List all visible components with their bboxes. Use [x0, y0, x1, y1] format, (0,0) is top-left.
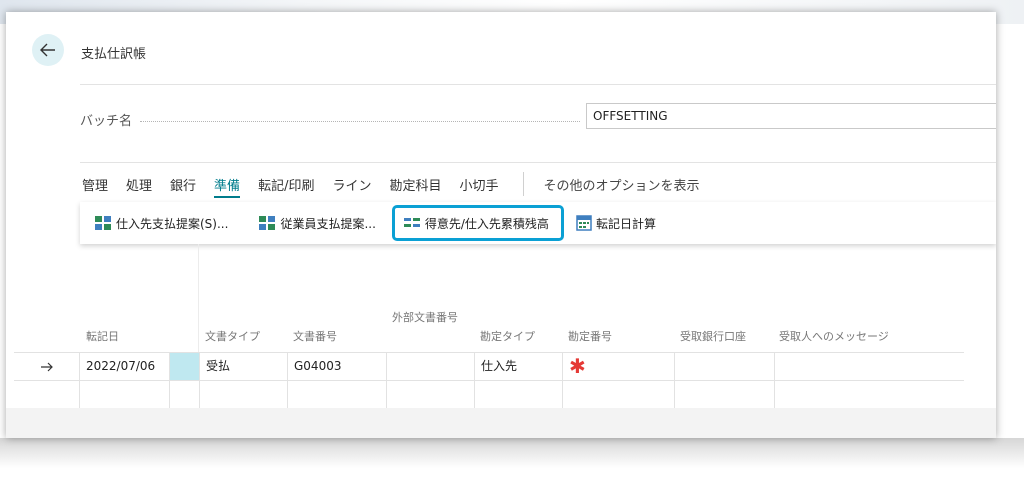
- account-type-cell[interactable]: 仕入先: [475, 353, 563, 380]
- suggest-payments-icon: [94, 215, 112, 231]
- show-more-options-button[interactable]: その他のオプションを表示: [544, 175, 700, 194]
- document-type-cell[interactable]: [200, 381, 288, 408]
- suggest-vendor-payments-button[interactable]: 仕入先支払提案(S)...: [88, 208, 234, 238]
- external-document-no-cell[interactable]: [387, 353, 475, 380]
- external-document-no-cell[interactable]: [387, 381, 475, 408]
- page-title: 支払仕訳帳: [81, 47, 147, 62]
- arrow-right-icon: [40, 362, 53, 371]
- column-header-document-type[interactable]: 文書タイプ: [205, 330, 260, 344]
- message-to-recipient-cell[interactable]: [775, 381, 964, 408]
- posting-date-cell[interactable]: 2022/07/06: [80, 353, 170, 380]
- column-header-account-no[interactable]: 勘定番号: [568, 330, 612, 344]
- journal-lines-grid: 2022/07/06 受払 G04003 仕入先 ✱: [14, 352, 964, 409]
- recipient-bank-account-cell[interactable]: [675, 353, 775, 380]
- action-label: 従業員支払提案...: [280, 216, 376, 231]
- table-row[interactable]: [14, 381, 964, 409]
- row-indicator: [14, 353, 80, 380]
- document-no-cell[interactable]: G04003: [288, 353, 387, 380]
- action-label: 転記日計算: [595, 216, 656, 231]
- divider: [80, 84, 996, 85]
- calendar-calculator-icon: [576, 215, 592, 231]
- menu-item-manage[interactable]: 管理: [82, 175, 108, 194]
- menu-item-post-print[interactable]: 転記/印刷: [258, 175, 314, 194]
- column-header-recipient-bank-account[interactable]: 受取銀行口座: [680, 330, 746, 344]
- action-label: 得意先/仕入先累積残高: [424, 216, 549, 231]
- menu-separator: [522, 172, 524, 196]
- column-header-external-document-no[interactable]: 外部文書番号: [392, 311, 462, 325]
- menu-item-line[interactable]: ライン: [332, 175, 371, 194]
- field-leader-dots: [140, 121, 580, 122]
- action-label: 仕入先支払提案(S)...: [116, 216, 229, 231]
- posting-date-cell[interactable]: [80, 381, 170, 408]
- menu-item-account[interactable]: 勘定科目: [389, 175, 441, 194]
- background-bottom: [0, 438, 1024, 481]
- divider: [80, 162, 996, 163]
- menu-item-prepare[interactable]: 準備: [214, 175, 241, 198]
- balance-icon: [403, 216, 421, 230]
- message-to-recipient-cell[interactable]: [775, 353, 964, 380]
- suggest-employee-payments-button[interactable]: 従業員支払提案...: [252, 208, 381, 238]
- column-header-message-to-recipient[interactable]: 受取人へのメッセージ: [779, 330, 889, 344]
- footer-area: [6, 408, 996, 438]
- column-header-account-type[interactable]: 勘定タイプ: [480, 330, 535, 344]
- selection-cell[interactable]: [170, 381, 200, 408]
- selection-cell[interactable]: [170, 353, 200, 380]
- back-button[interactable]: [32, 34, 64, 66]
- table-row[interactable]: 2022/07/06 受払 G04003 仕入先 ✱: [14, 352, 964, 381]
- menu-item-process[interactable]: 処理: [126, 175, 152, 194]
- recipient-bank-account-cell[interactable]: [675, 381, 775, 408]
- payment-journal-window: 支払仕訳帳 バッチ名 管理 処理 銀行 準備 転記/印刷 ライン 勘定科目 小切…: [6, 12, 996, 438]
- batch-name-input[interactable]: [586, 103, 996, 129]
- column-header-document-no[interactable]: 文書番号: [293, 330, 337, 344]
- document-no-cell[interactable]: [288, 381, 387, 408]
- account-no-cell[interactable]: [563, 381, 675, 408]
- column-header-posting-date[interactable]: 転記日: [86, 330, 119, 344]
- account-no-cell[interactable]: ✱: [563, 353, 675, 380]
- document-type-cell[interactable]: 受払: [200, 353, 288, 380]
- suggest-employee-payments-icon: [258, 215, 276, 231]
- required-asterisk-icon: ✱: [569, 354, 586, 378]
- menu-item-check[interactable]: 小切手: [459, 175, 498, 194]
- arrow-left-icon: [40, 43, 55, 57]
- calculate-posting-date-button[interactable]: 転記日計算: [570, 208, 662, 238]
- account-type-cell[interactable]: [475, 381, 563, 408]
- action-bar: 仕入先支払提案(S)... 従業員支払提案... 得意先/仕入先累積残高 転記日…: [80, 202, 996, 244]
- action-menu: 管理 処理 銀行 準備 転記/印刷 ライン 勘定科目 小切手 その他のオプション…: [82, 172, 700, 198]
- net-customer-vendor-balances-button[interactable]: 得意先/仕入先累積残高: [391, 205, 564, 241]
- column-divider: [198, 244, 199, 354]
- row-indicator: [14, 381, 80, 408]
- menu-item-bank[interactable]: 銀行: [170, 175, 196, 194]
- batch-name-label: バッチ名: [80, 114, 133, 129]
